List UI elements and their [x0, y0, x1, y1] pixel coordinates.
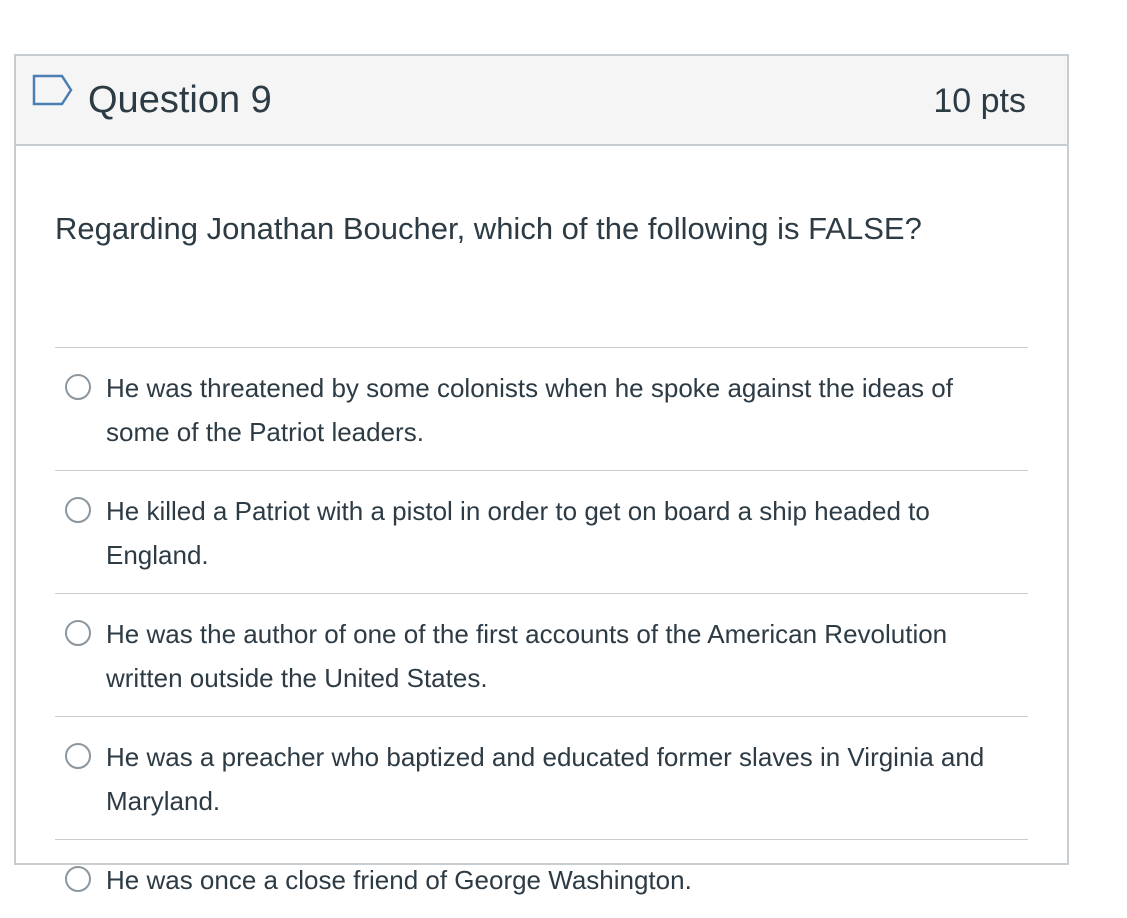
- answer-list: He was threatened by some colonists when…: [55, 347, 1028, 918]
- answer-label: He was once a close friend of George Was…: [106, 865, 692, 895]
- radio-button[interactable]: [65, 866, 91, 892]
- question-points: 10 pts: [933, 82, 1026, 120]
- question-header: Question 9 10 pts: [16, 56, 1067, 146]
- question-body: Regarding Jonathan Boucher, which of the…: [16, 146, 1067, 918]
- radio-button[interactable]: [65, 497, 91, 523]
- radio-button[interactable]: [65, 743, 91, 769]
- radio-button[interactable]: [65, 620, 91, 646]
- question-text: Regarding Jonathan Boucher, which of the…: [55, 211, 922, 246]
- answer-label: He was the author of one of the first ac…: [106, 619, 948, 693]
- answer-label: He was a preacher who baptized and educa…: [106, 742, 985, 816]
- answer-option[interactable]: He was a preacher who baptized and educa…: [55, 717, 1028, 840]
- answer-label: He killed a Patriot with a pistol in ord…: [106, 496, 930, 570]
- answer-option[interactable]: He killed a Patriot with a pistol in ord…: [55, 471, 1028, 594]
- answer-option[interactable]: He was once a close friend of George Was…: [55, 840, 1028, 918]
- answer-label: He was threatened by some colonists when…: [106, 373, 953, 447]
- question-title: Question 9: [88, 79, 272, 121]
- radio-button[interactable]: [65, 374, 91, 400]
- flag-icon[interactable]: [32, 74, 74, 112]
- answer-option[interactable]: He was threatened by some colonists when…: [55, 348, 1028, 471]
- quiz-question-card: Question 9 10 pts Regarding Jonathan Bou…: [14, 54, 1069, 895]
- answer-option[interactable]: He was the author of one of the first ac…: [55, 594, 1028, 717]
